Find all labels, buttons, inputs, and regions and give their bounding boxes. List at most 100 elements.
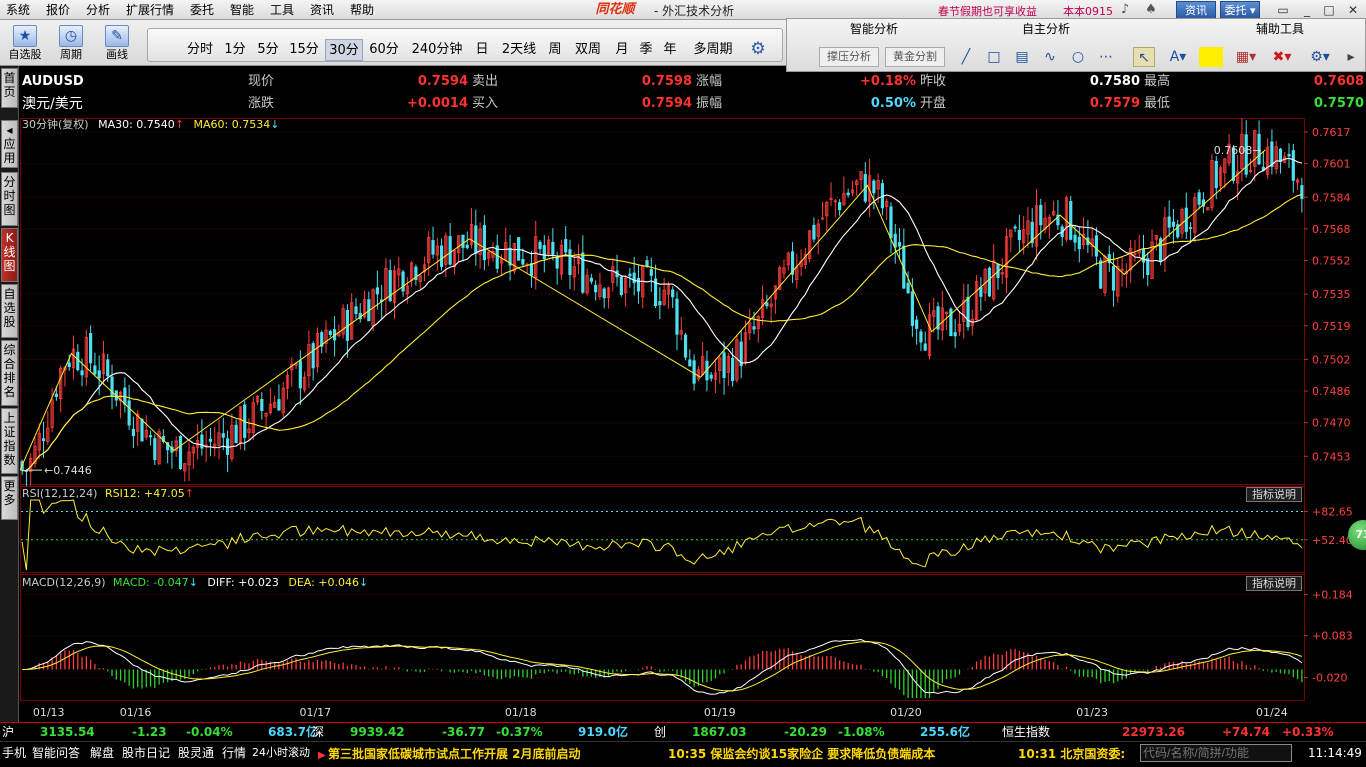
draw-label: 画线: [106, 48, 128, 61]
scroll-right-icon[interactable]: ▸: [1341, 47, 1361, 67]
watchlist-button[interactable]: ★ 自选股: [4, 23, 46, 65]
candle-body: [602, 288, 606, 299]
support-analysis-button[interactable]: 撑压分析: [819, 47, 879, 67]
restore-icon[interactable]: ▭: [1272, 1, 1294, 19]
menu-tools[interactable]: 工具: [270, 2, 294, 18]
period-multi[interactable]: 多周期: [688, 39, 738, 61]
news-headline-3[interactable]: 10:31 北京国资委:: [1018, 744, 1125, 764]
tab-apps[interactable]: ◂应用: [1, 120, 18, 168]
period-1min[interactable]: 1分: [222, 39, 248, 61]
period-60min[interactable]: 60分: [366, 39, 402, 61]
tab-diary[interactable]: 股市日记: [122, 744, 170, 762]
menu-system[interactable]: 系统: [6, 2, 30, 18]
candle-body: [89, 333, 93, 364]
line-draw-icon[interactable]: ╱: [955, 47, 977, 67]
tab-analysis[interactable]: 解盘: [90, 744, 114, 762]
candle-body: [431, 240, 435, 255]
erase-icon[interactable]: ▦▾: [1231, 47, 1261, 67]
menu-quote[interactable]: 报价: [46, 2, 70, 18]
tab-market[interactable]: 行情: [222, 744, 246, 762]
period-2day[interactable]: 2天线: [498, 39, 540, 61]
wave-draw-icon[interactable]: ∿: [1039, 47, 1061, 67]
tab-kline[interactable]: K线图: [1, 228, 18, 282]
candle-body: [234, 424, 238, 444]
news-button[interactable]: 资讯: [1176, 1, 1216, 19]
index-amount: 255.6亿: [920, 725, 970, 739]
tab-timeshare[interactable]: 分时图: [1, 172, 18, 226]
menu-news[interactable]: 资讯: [310, 2, 334, 18]
period-quarter[interactable]: 季: [636, 39, 656, 61]
tab-stock-link[interactable]: 股灵通: [178, 744, 214, 762]
menu-analysis[interactable]: 分析: [86, 2, 110, 18]
minimize-icon[interactable]: _: [1296, 1, 1318, 19]
price-axis-label: 0.7584: [1312, 191, 1351, 204]
period-240min[interactable]: 240分钟: [408, 39, 466, 61]
cursor-icon[interactable]: ↖: [1133, 47, 1155, 67]
tab-home[interactable]: 首页: [1, 68, 18, 108]
circle-draw-icon[interactable]: ○: [1067, 47, 1089, 67]
tab-ranking[interactable]: 综合排名: [1, 340, 18, 406]
period-5min[interactable]: 5分: [254, 39, 282, 61]
search-input[interactable]: [1140, 744, 1292, 762]
tab-watchlist[interactable]: 自选股: [1, 284, 18, 338]
promo-link[interactable]: 春节假期也可享收益: [938, 3, 1037, 19]
maximize-icon[interactable]: □: [1318, 1, 1340, 19]
tab-apps-label: 应用: [3, 137, 16, 165]
trade-button[interactable]: 委托 ▾: [1220, 1, 1260, 19]
macd-help-button[interactable]: 指标说明: [1246, 576, 1302, 591]
bell-icon[interactable]: ♪: [1117, 2, 1133, 18]
candle-body: [260, 398, 264, 411]
dropdown-icon: ▾: [1246, 4, 1256, 17]
price-axis-label: 0.7535: [1312, 288, 1351, 301]
menu-smart[interactable]: 智能: [230, 2, 254, 18]
tab-24h[interactable]: 24小时滚动: [252, 744, 310, 762]
news-headline-2[interactable]: 10:35 保监会约谈15家险企 要求降低负债端成本: [668, 744, 935, 764]
rsi-help-button[interactable]: 指标说明: [1246, 487, 1302, 502]
period-30min[interactable]: 30分: [325, 39, 363, 61]
period-month[interactable]: 月: [612, 39, 632, 61]
delete-icon[interactable]: ✖▾: [1267, 47, 1297, 67]
tab-mobile[interactable]: 手机: [2, 744, 26, 762]
rsi-legend: RSI(12,12,24) RSI12: +47.05↑: [22, 487, 194, 501]
index-name[interactable]: 创: [654, 723, 666, 741]
gear-icon[interactable]: ⚙: [748, 39, 768, 59]
index-percent: -0.37%: [496, 725, 543, 739]
index-name[interactable]: 恒生指数: [1002, 723, 1050, 741]
period-year[interactable]: 年: [660, 39, 680, 61]
chart-area[interactable]: 0.7617 0.7601 0.7584 0.7568 0.7552 0.7535 0.75…: [20, 118, 1366, 722]
period-2week[interactable]: 双周: [572, 39, 604, 61]
more-icon[interactable]: ⋯: [1095, 47, 1117, 67]
candle-body: [872, 180, 876, 194]
period-day[interactable]: 日: [472, 39, 492, 61]
rect-draw-icon[interactable]: □: [983, 47, 1005, 67]
panel-frame: [20, 574, 1305, 701]
candle-body: [328, 330, 332, 336]
close-icon[interactable]: ✕: [1342, 1, 1364, 19]
color-swatch[interactable]: [1199, 47, 1223, 67]
tab-more[interactable]: 更多: [1, 476, 18, 520]
index-name[interactable]: 深: [312, 723, 324, 741]
period-15min[interactable]: 15分: [286, 39, 322, 61]
candle-body: [838, 202, 842, 211]
shirt-icon[interactable]: ♠: [1143, 2, 1159, 18]
golden-section-button[interactable]: 黄金分割: [885, 47, 945, 67]
period-button[interactable]: ◷ 周期: [50, 23, 92, 65]
period-week[interactable]: 周: [545, 39, 565, 61]
candle-body: [1270, 141, 1274, 167]
index-price: 22973.26: [1122, 725, 1186, 739]
menu-trade[interactable]: 委托: [190, 2, 214, 18]
main-legend: 30分钟(复权) MA30: 0.7540↑ MA60: 0.7534↓: [22, 118, 279, 132]
draw-button[interactable]: ✎ 画线: [96, 23, 138, 65]
menu-extended[interactable]: 扩展行情: [126, 2, 174, 18]
settings-gear-icon[interactable]: ⚙▾: [1305, 47, 1335, 67]
tab-smart-qa[interactable]: 智能问答: [32, 744, 80, 762]
period-timeshare[interactable]: 分时: [182, 39, 218, 61]
index-name[interactable]: 沪: [2, 723, 14, 741]
text-tool-icon[interactable]: A▾: [1163, 47, 1193, 67]
news-headline-1[interactable]: 第三批国家低碳城市试点工作开展 2月底前启动: [328, 744, 581, 764]
price-axis-label: 0.7519: [1312, 320, 1351, 333]
candle-body: [555, 256, 559, 269]
menu-help[interactable]: 帮助: [350, 2, 374, 18]
channel-draw-icon[interactable]: ▤: [1011, 47, 1033, 67]
tab-sh-index[interactable]: 上证指数: [1, 408, 18, 474]
